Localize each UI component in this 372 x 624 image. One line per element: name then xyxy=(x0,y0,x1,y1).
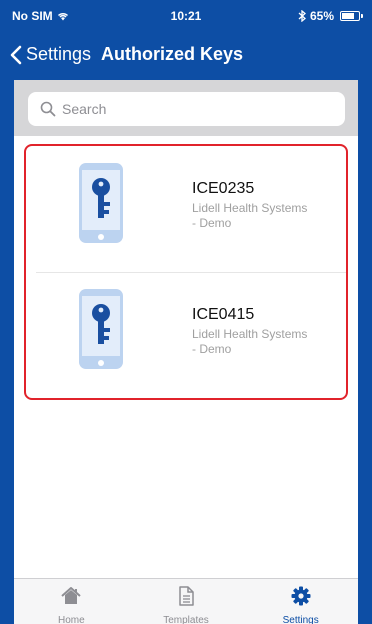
document-icon xyxy=(179,586,194,606)
key-organization: Lidell Health Systems xyxy=(192,327,308,341)
search-bar: Search xyxy=(14,80,358,136)
status-bar: No SIM 10:21 65% xyxy=(0,0,372,30)
key-list-item[interactable]: ICE0415 Lidell Health Systems - Demo xyxy=(26,274,346,398)
divider xyxy=(36,272,346,273)
key-organization-suffix: - Demo xyxy=(192,342,232,356)
key-id: ICE0235 xyxy=(192,180,255,197)
key-text: ICE0235 Lidell Health Systems - Demo xyxy=(192,180,352,231)
page-title: Authorized Keys xyxy=(101,44,244,64)
authorized-key-list: ICE0235 Lidell Health Systems - Demo ICE… xyxy=(24,144,348,400)
tab-label: Settings xyxy=(282,615,319,624)
status-right: 65% xyxy=(298,9,363,23)
back-button[interactable]: Settings Authorized Keys xyxy=(10,44,243,65)
battery-percent: 65% xyxy=(309,9,334,23)
search-placeholder: Search xyxy=(62,101,107,117)
tab-templates[interactable]: Templates xyxy=(129,579,244,624)
phone-key-icon xyxy=(79,289,123,369)
battery-level xyxy=(342,13,354,19)
app-screen: No SIM 10:21 65% Settings Authorized Key… xyxy=(0,0,372,624)
home-icon xyxy=(61,587,81,604)
bluetooth-icon xyxy=(298,10,306,22)
search-input[interactable]: Search xyxy=(28,92,345,126)
key-text: ICE0415 Lidell Health Systems - Demo xyxy=(192,306,352,357)
key-organization: Lidell Health Systems xyxy=(192,201,308,215)
chevron-left-icon xyxy=(10,45,22,64)
gear-icon xyxy=(291,586,311,606)
key-id: ICE0415 xyxy=(192,306,255,323)
tab-settings[interactable]: Settings xyxy=(243,579,358,624)
tab-label: Templates xyxy=(163,615,209,624)
phone-key-icon xyxy=(79,163,123,243)
tab-bar: Home Templates Settings xyxy=(14,578,358,624)
tab-label: Home xyxy=(57,615,85,624)
content-area: Search ICE0235 Lidell Health Systems - D… xyxy=(14,80,358,578)
nav-bar: Settings Authorized Keys xyxy=(0,36,372,80)
key-organization-suffix: - Demo xyxy=(192,216,232,230)
key-list-item[interactable]: ICE0235 Lidell Health Systems - Demo xyxy=(26,148,346,273)
tab-home[interactable]: Home xyxy=(14,579,129,624)
back-label: Settings xyxy=(26,44,92,64)
battery-icon xyxy=(340,11,363,21)
search-icon xyxy=(40,101,56,117)
